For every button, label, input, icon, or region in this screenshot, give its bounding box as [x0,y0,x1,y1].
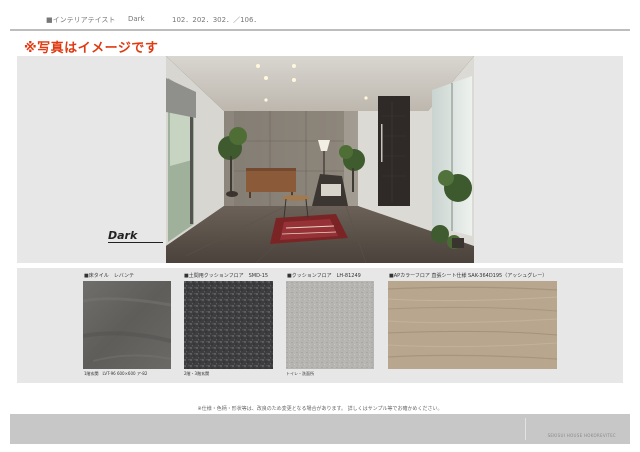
swatch-color-floor [387,281,558,369]
style-name: Dark [128,15,145,23]
swatch-cushion-floor [286,281,374,369]
swatch-entry-floor [184,281,273,369]
interior-photo [166,56,474,263]
entry-floor-texture [184,281,273,369]
footer-divider [525,418,526,440]
material-note-entry-floor: 2階・3階玄関 [184,371,210,376]
floor-tile-texture [82,281,172,369]
material-title-color-floor: ■APカラーフロア 直張シート仕様 SAK-364D195（アッシュグレー） [389,273,548,279]
disclaimer-text: ※仕様・色柄・形状等は、改良のため変更となる場合があります。 詳しくはサンプル等… [197,406,443,412]
color-floor-texture [387,281,558,369]
material-title-cushion-floor: ■クッションフロア LH-81249 [287,273,361,279]
material-title-floor-tile: ■床タイル レバンテ [84,273,134,279]
swatch-floor-tile [82,281,172,369]
footer-company: SEKISUI HOUSE HOKOREVITEC [547,433,616,438]
style-photo-label: Dark [108,229,138,242]
section-label: ■インテリアテイスト [46,16,116,24]
material-note-floor-tile: 1階玄関 LVT-96 600×600 ア-82 [84,371,148,376]
footer-bar: SEKISUI HOUSE HOKOREVITEC [10,414,630,444]
material-note-cushion-floor: トイレ・洗面所 [286,371,314,376]
cushion-floor-texture [286,281,374,369]
header-divider [10,29,630,31]
material-title-entry-floor: ■土間用クッションフロア SMD-15 [184,273,269,279]
plan-codes: 102．202．302．／106． [172,16,261,24]
image-notice: ※写真はイメージです [24,41,159,56]
style-photo-underline [108,242,163,243]
interior-photo-illustration [166,56,474,263]
